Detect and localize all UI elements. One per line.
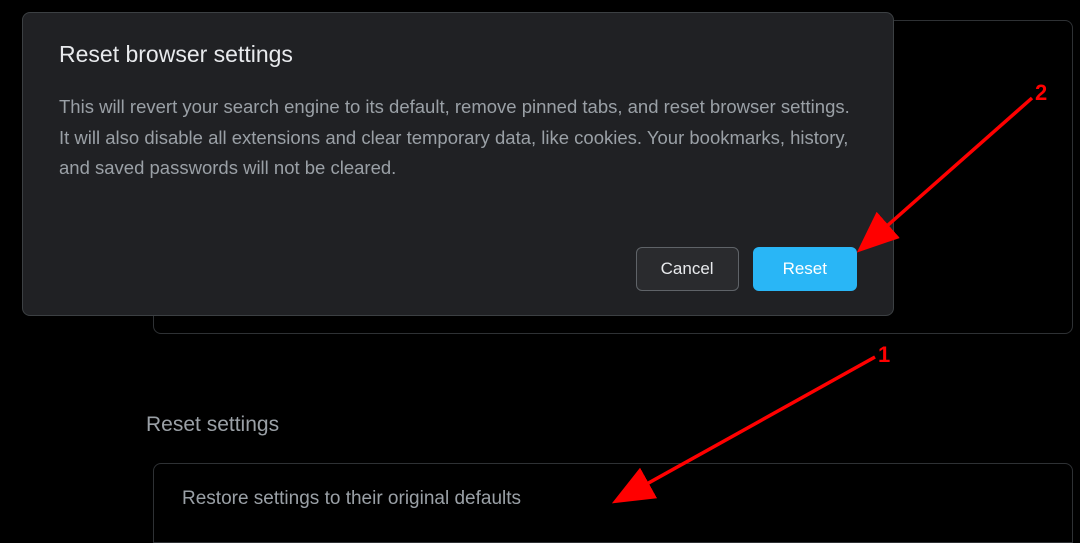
reset-button[interactable]: Reset: [753, 247, 857, 291]
restore-defaults-row[interactable]: Restore settings to their original defau…: [153, 463, 1073, 543]
dialog-actions: Cancel Reset: [636, 247, 857, 291]
cancel-button[interactable]: Cancel: [636, 247, 739, 291]
section-title: Reset settings: [146, 413, 279, 437]
dialog-body: This will revert your search engine to i…: [59, 92, 857, 184]
annotation-label-1: 1: [878, 342, 890, 368]
reset-dialog: Reset browser settings This will revert …: [22, 12, 894, 316]
annotation-label-2: 2: [1035, 80, 1047, 106]
restore-defaults-label: Restore settings to their original defau…: [182, 488, 521, 509]
dialog-title: Reset browser settings: [59, 41, 857, 68]
